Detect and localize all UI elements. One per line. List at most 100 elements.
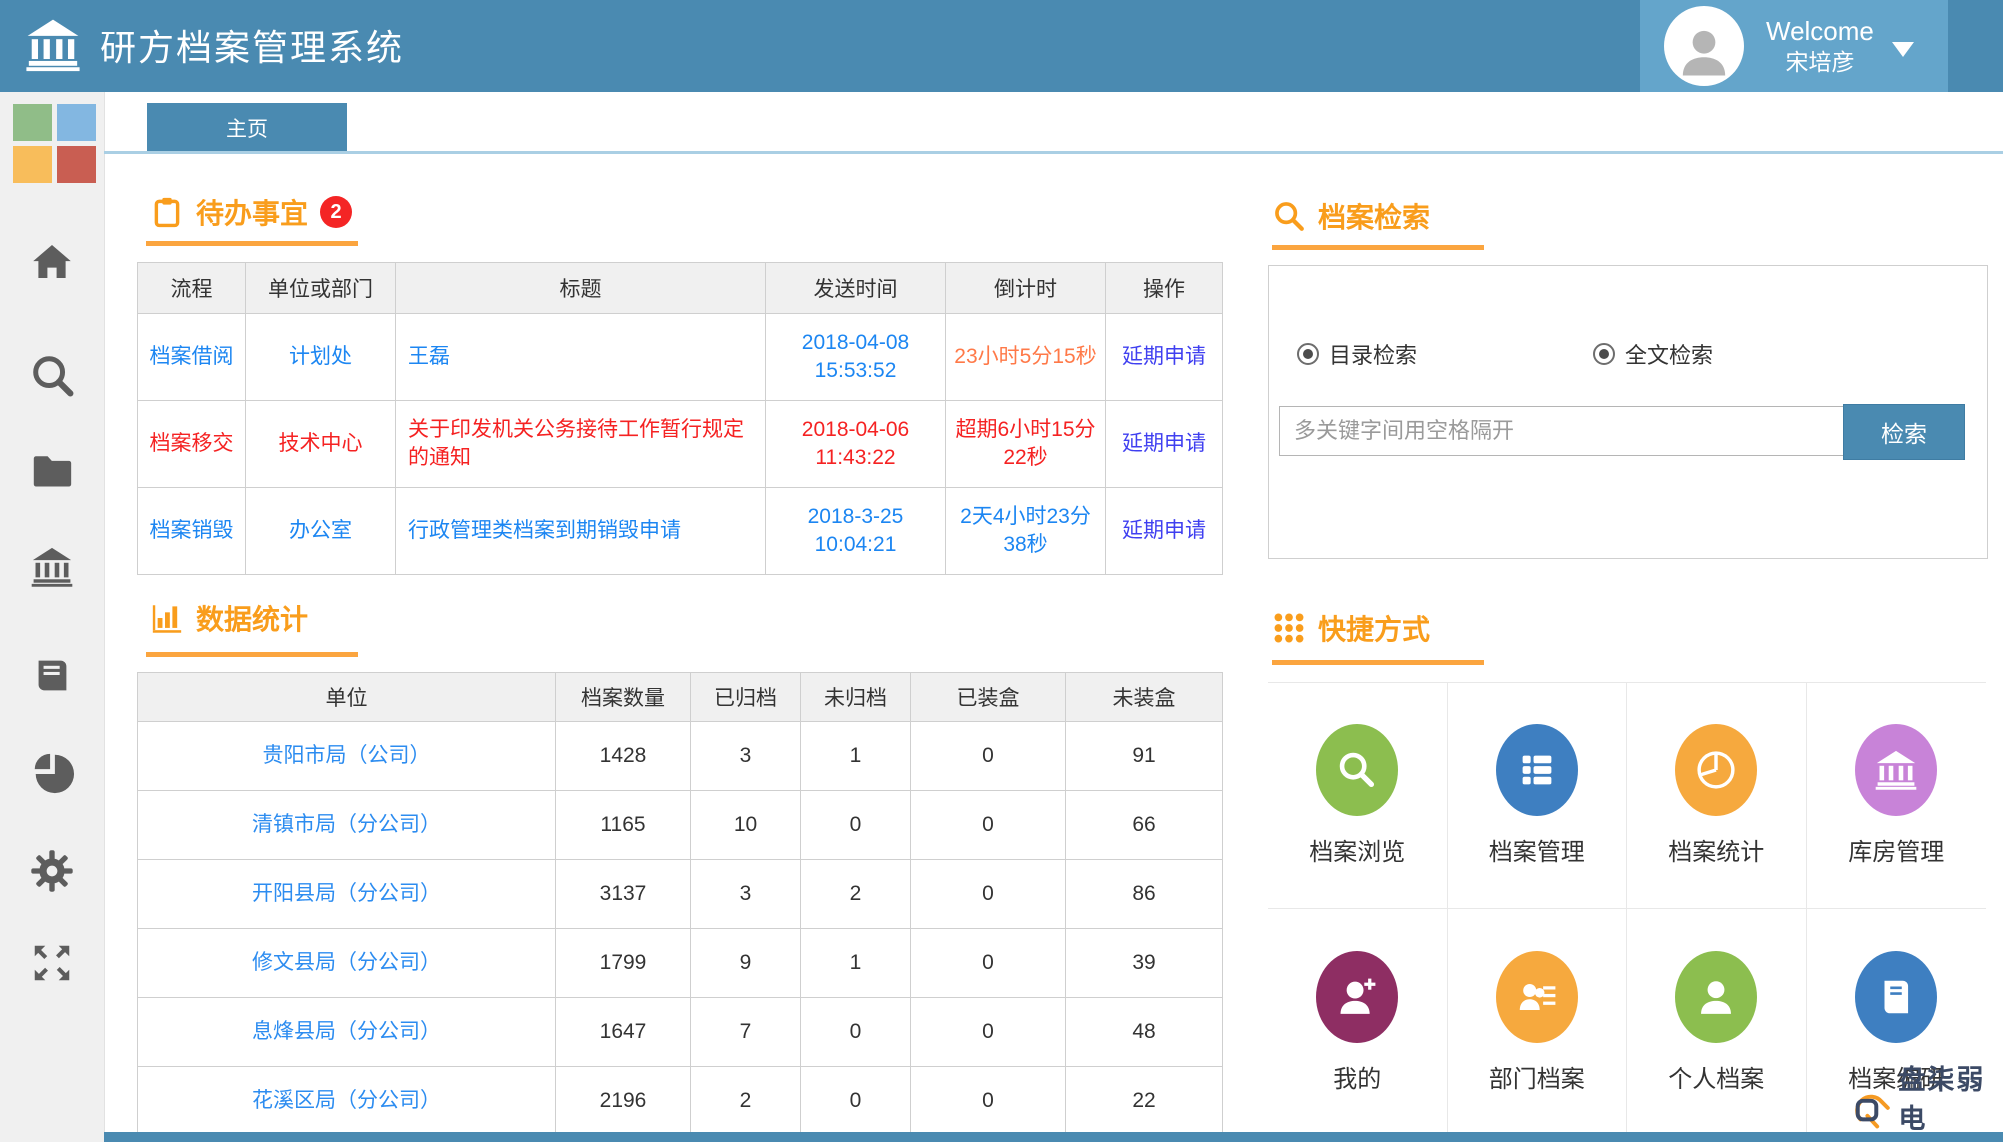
- todo-dept[interactable]: 技术中心: [245, 400, 396, 488]
- user-menu[interactable]: Welcome 宋培彦: [1640, 0, 1948, 92]
- radio-catalog-label: 目录检索: [1329, 343, 1418, 368]
- stats-unarchived: 0: [800, 790, 911, 860]
- radio-fulltext-search[interactable]: 全文检索: [1593, 338, 1713, 370]
- sidebar-item-home[interactable]: [0, 240, 104, 286]
- stats-unarchived: 1: [800, 721, 911, 791]
- radio-icon[interactable]: [1297, 343, 1319, 365]
- sidebar-item-book[interactable]: [0, 652, 104, 698]
- todo-subject-link[interactable]: 王磊: [395, 313, 766, 401]
- shortcut-archive-browse[interactable]: 档案浏览: [1268, 683, 1448, 909]
- todo-flow[interactable]: 档案移交: [137, 400, 246, 488]
- search-panel: 目录检索 全文检索 检索: [1268, 265, 1988, 559]
- bank-icon: [31, 547, 73, 587]
- stats-unit-link[interactable]: 清镇市局（分公司）: [137, 790, 556, 860]
- table-row: 清镇市局（分公司） 1165 10 0 0 66: [137, 790, 1223, 860]
- squares-logo-icon: [13, 104, 97, 184]
- stats-boxed: 0: [910, 859, 1066, 929]
- tab-divider: [104, 151, 2003, 154]
- tab-home[interactable]: 主页: [147, 103, 347, 152]
- todo-delay-request-link[interactable]: 延期申请: [1105, 400, 1223, 488]
- shortcut-label: 档案管理: [1488, 839, 1585, 866]
- sidebar-item-folder[interactable]: [0, 448, 104, 494]
- shortcut-label: 部门档案: [1488, 1065, 1585, 1093]
- stats-archived: 2: [690, 1066, 801, 1136]
- stats-unboxed: 66: [1065, 790, 1223, 860]
- todo-countdown: 超期6小时15分22秒: [945, 400, 1106, 488]
- todo-col-time: 发送时间: [765, 262, 946, 314]
- group-icon: [1519, 983, 1556, 1010]
- user-texts: Welcome 宋培彦: [1766, 15, 1874, 76]
- sidebar-item-search[interactable]: [0, 352, 104, 398]
- avatar: [1664, 6, 1744, 86]
- shortcut-label: 档案浏览: [1309, 839, 1406, 866]
- logo-square-orange: [13, 146, 52, 183]
- bank-icon: [1875, 750, 1917, 790]
- stats-unit-link[interactable]: 花溪区局（分公司）: [137, 1066, 556, 1136]
- shortcut-personal-archive[interactable]: 个人档案: [1627, 909, 1807, 1135]
- shortcut-department-archive[interactable]: 部门档案: [1447, 909, 1627, 1135]
- stats-total: 1799: [555, 928, 691, 998]
- todo-flow[interactable]: 档案销毁: [137, 487, 246, 575]
- shortcut-archive-manage[interactable]: 档案管理: [1447, 683, 1627, 909]
- shortcut-my-archive[interactable]: 我的: [1268, 909, 1448, 1135]
- todo-col-dept: 单位或部门: [245, 262, 396, 314]
- todo-flow[interactable]: 档案借阅: [137, 313, 246, 401]
- stats-unit-link[interactable]: 贵阳市局（公司）: [137, 721, 556, 791]
- chevron-down-icon[interactable]: [1891, 41, 1914, 57]
- todo-subject-link[interactable]: 行政管理类档案到期销毁申请: [395, 487, 766, 575]
- pie-chart-icon: [1697, 751, 1735, 789]
- stats-unit-link[interactable]: 息烽县局（分公司）: [137, 997, 556, 1067]
- person-icon: [1701, 980, 1732, 1014]
- todo-dept[interactable]: 计划处: [245, 313, 396, 401]
- shortcut-warehouse-manage[interactable]: 库房管理: [1806, 683, 1986, 909]
- search-section-title: 档案检索: [1272, 196, 1430, 236]
- todo-count-badge: 2: [320, 196, 353, 228]
- stats-archived: 9: [690, 928, 801, 998]
- app-title: 研方档案管理系统: [100, 27, 405, 68]
- radio-catalog-search[interactable]: 目录检索: [1297, 338, 1417, 370]
- folder-icon: [33, 456, 72, 487]
- stats-unit-link[interactable]: 开阳县局（分公司）: [137, 859, 556, 929]
- vendor-logo-icon: [1855, 1094, 1890, 1129]
- shortcut-circle: [1855, 950, 1938, 1043]
- vendor-texts: 盘柒弱电 ANGQI WEAK ELECTRICITY: [1898, 1058, 2003, 1142]
- search-icon: [1275, 202, 1304, 231]
- todo-header-row: 流程 单位或部门 标题 发送时间 倒计时 操作: [137, 262, 1223, 314]
- stats-unarchived: 2: [800, 859, 911, 929]
- table-row: 开阳县局（分公司） 3137 3 2 0 86: [137, 859, 1223, 929]
- person-plus-icon: [1340, 978, 1376, 1014]
- radio-icon[interactable]: [1593, 343, 1616, 365]
- sidebar-item-fullscreen[interactable]: [0, 940, 104, 986]
- stats-total: 2196: [555, 1066, 691, 1136]
- shortcut-label: 档案统计: [1668, 839, 1765, 866]
- shortcut-archive-stats[interactable]: 档案统计: [1627, 683, 1807, 909]
- shortcuts-title: 快捷方式: [1318, 614, 1431, 645]
- todo-title: 待办事宜: [196, 198, 309, 229]
- stats-unarchived: 0: [800, 997, 911, 1067]
- sidebar-item-settings[interactable]: [0, 848, 104, 894]
- table-row: 息烽县局（分公司） 1647 7 0 0 48: [137, 997, 1223, 1067]
- sidebar-item-statistics[interactable]: [0, 750, 104, 796]
- search-button[interactable]: 检索: [1843, 404, 1965, 460]
- table-row: 花溪区局（分公司） 2196 2 0 0 22: [137, 1066, 1223, 1136]
- stats-col-unboxed: 未装盒: [1065, 672, 1223, 722]
- search-input[interactable]: [1279, 406, 1855, 456]
- page: 研方档案管理系统 Welcome 宋培彦 主页 待办事宜 2 流程 单位或部门 …: [0, 0, 2003, 1142]
- stats-boxed: 0: [910, 928, 1066, 998]
- todo-delay-request-link[interactable]: 延期申请: [1105, 487, 1223, 575]
- stats-unboxed: 86: [1065, 859, 1223, 929]
- todo-col-flow: 流程: [137, 262, 246, 314]
- grid-dots-icon: [1274, 613, 1304, 643]
- todo-subject-link[interactable]: 关于印发机关公务接待工作暂行规定的通知: [395, 400, 766, 488]
- welcome-text: Welcome: [1766, 16, 1874, 47]
- todo-delay-request-link[interactable]: 延期申请: [1105, 313, 1223, 401]
- stats-section-title: 数据统计: [150, 598, 308, 638]
- bar-chart-icon: [152, 605, 182, 633]
- stats-unit-link[interactable]: 修文县局（分公司）: [137, 928, 556, 998]
- pie-chart-icon: [34, 753, 75, 794]
- shortcut-circle: [1855, 724, 1938, 816]
- sidebar-item-archive-bank[interactable]: [0, 544, 104, 590]
- person-icon: [1682, 30, 1726, 76]
- todo-dept[interactable]: 办公室: [245, 487, 396, 575]
- stats-unboxed: 91: [1065, 721, 1223, 791]
